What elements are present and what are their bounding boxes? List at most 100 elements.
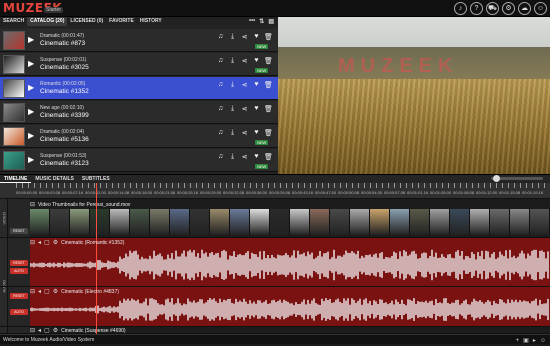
audio-1-reset-button[interactable]: RESET <box>10 260 28 266</box>
trash-icon[interactable]: 🗑 <box>264 129 273 137</box>
settings-icon[interactable]: ⚙ <box>53 239 58 246</box>
volume-icon[interactable]: ◂ <box>38 288 41 295</box>
share-icon[interactable]: ⋖ <box>240 33 249 41</box>
track-actions: ♫ ⤓ ⋖ ♥ 🗑 <box>216 33 273 41</box>
settings-icon[interactable]: ⚙ <box>502 2 515 15</box>
music-note-icon[interactable]: ♫ <box>216 129 225 137</box>
trash-icon[interactable]: 🗑 <box>264 81 273 89</box>
cloud-icon[interactable]: ☁ <box>518 2 531 15</box>
heart-icon[interactable]: ♥ <box>252 81 261 89</box>
music-note-icon[interactable]: ♫ <box>216 57 225 65</box>
video-lane-label: VIDEO <box>0 199 8 237</box>
ruler-label: 00:00:54.00 <box>361 190 383 195</box>
collapse-icon[interactable]: ⊟ <box>30 288 35 295</box>
more-icon[interactable]: ••• <box>249 18 255 25</box>
video-reset-button[interactable]: RESET <box>10 228 28 234</box>
collapse-icon[interactable]: ⊟ <box>30 201 35 208</box>
music-note-icon[interactable]: ♫ <box>216 153 225 161</box>
audio-1-auto-button[interactable]: AUTO <box>10 268 28 274</box>
share-icon[interactable]: ⋖ <box>240 81 249 89</box>
trash-icon[interactable]: 🗑 <box>264 57 273 65</box>
user-icon[interactable]: ☺ <box>534 2 547 15</box>
trash-icon[interactable]: 🗑 <box>264 153 273 161</box>
download-icon[interactable]: ⤓ <box>228 33 237 41</box>
tab-tools: ••• ⇅ ▤ <box>249 18 274 25</box>
share-icon[interactable]: ⋖ <box>240 129 249 137</box>
tab-licensed[interactable]: LICENSED (0) <box>67 17 106 26</box>
track-genre: New age (00:02:10) <box>40 105 84 111</box>
trash-icon[interactable]: ▢ <box>44 288 50 295</box>
track-genre: Suspense (00:02:01) <box>40 57 87 63</box>
share-icon[interactable]: ⋖ <box>240 57 249 65</box>
tab-search[interactable]: SEARCH <box>0 17 27 26</box>
trash-icon[interactable]: ▢ <box>44 239 50 246</box>
collapse-icon[interactable]: ⊟ <box>30 239 35 246</box>
play-icon[interactable]: ▶ <box>28 83 34 92</box>
zoom-slider[interactable] <box>491 175 543 182</box>
music-note-icon[interactable]: ♫ <box>216 105 225 113</box>
heart-icon[interactable]: ♥ <box>252 153 261 161</box>
bell-icon[interactable]: ♪ <box>454 2 467 15</box>
cart-icon[interactable]: ⛟ <box>486 2 499 15</box>
heart-icon[interactable]: ♥ <box>252 57 261 65</box>
settings-icon[interactable]: ⚙ <box>53 288 58 295</box>
download-icon[interactable]: ⤓ <box>228 129 237 137</box>
video-thumbnail <box>230 209 250 235</box>
ruler-label: 00:00:14.08 <box>108 190 130 195</box>
play-icon[interactable]: ▶ <box>28 131 34 140</box>
track-row[interactable]: ▶ Dramatic (00:02:04) Cinematic #5136 ♫ ⤓ ⋖ ♥ 🗑… <box>0 125 278 148</box>
download-icon[interactable]: ⤓ <box>228 57 237 65</box>
audio-2-reset-button[interactable]: RESET <box>10 293 28 299</box>
layout-icon[interactable]: ▣ <box>523 336 529 346</box>
music-note-icon[interactable]: ♫ <box>216 81 225 89</box>
tab-history[interactable]: HISTORY <box>137 17 165 26</box>
ruler-label: 00:01:15.08 <box>499 190 521 195</box>
audio-2-auto-button[interactable]: AUTO <box>10 309 28 315</box>
subtab-subtitles[interactable]: SUBTITLES <box>78 176 114 182</box>
share-icon[interactable]: ⋖ <box>240 153 249 161</box>
play-icon[interactable]: ▶ <box>28 35 34 44</box>
heart-icon[interactable]: ♥ <box>252 105 261 113</box>
heart-icon[interactable]: ♥ <box>252 129 261 137</box>
new-badge: NEW <box>255 140 269 145</box>
track-row[interactable]: ▶ Dramatic (00:01:47) Cinematic #873 ♫ ⤓ ⋖ ♥ 🗑 N… <box>0 29 278 52</box>
header-icons: ♪? ⛟ ⚙ ☁ ☺ <box>454 2 547 15</box>
track-row[interactable]: ▶ Suspense (00:02:01) Cinematic #3025 ♫ ⤓ ⋖ ♥ 🗑… <box>0 53 278 76</box>
ruler-label: 00:00:47.00 <box>315 190 337 195</box>
audio-track-title: Cinematic (Romantic #1352) <box>61 239 125 246</box>
download-icon[interactable]: ⤓ <box>228 81 237 89</box>
track-row[interactable]: ▶ Suspense (00:01:53) Cinematic #3123 ♫ ⤓ ⋖ ♥ 🗑… <box>0 149 278 172</box>
trash-icon[interactable]: 🗑 <box>264 33 273 41</box>
trash-icon[interactable]: 🗑 <box>264 105 273 113</box>
heart-icon[interactable]: ♥ <box>252 33 261 41</box>
video-thumbnail <box>290 209 310 235</box>
sort-icon[interactable]: ⇅ <box>259 18 264 25</box>
next-icon[interactable]: ▸ <box>533 336 536 346</box>
tab-favorite[interactable]: FAVORITE <box>106 17 137 26</box>
new-badge: NEW <box>255 164 269 169</box>
subtab-timeline[interactable]: TIMELINE <box>0 176 32 183</box>
subtab-music-details[interactable]: MUSIC DETAILS <box>31 176 78 182</box>
video-preview[interactable]: MUZEEK <box>278 17 550 174</box>
filter-icon[interactable]: ▤ <box>268 18 274 25</box>
add-icon[interactable]: + <box>516 336 520 346</box>
share-icon[interactable]: ⋖ <box>240 105 249 113</box>
video-thumbnail <box>450 209 470 235</box>
ruler-label: 00:00:00.00 <box>16 190 38 195</box>
user-icon[interactable]: ☺ <box>540 336 546 346</box>
time-ruler[interactable]: 00:00:00.00 00:00:03.08 00:00:07.16 00:00:1… <box>0 183 550 199</box>
play-icon[interactable]: ▶ <box>28 59 34 68</box>
track-row[interactable]: ▶ New age (00:02:10) Cinematic #3399 ♫ ⤓ ⋖ ♥ 🗑 <box>0 101 278 124</box>
playhead[interactable] <box>96 183 97 334</box>
tab-catalog[interactable]: CATALOG (20) <box>27 17 68 26</box>
music-note-icon[interactable]: ♫ <box>216 33 225 41</box>
help-icon[interactable]: ? <box>470 2 483 15</box>
download-icon[interactable]: ⤓ <box>228 105 237 113</box>
video-thumbnail <box>50 209 70 235</box>
track-row[interactable]: ▶ Romantic (00:02:05) Cinematic #1352 ♫ ⤓ ⋖ ♥ 🗑 <box>0 77 278 100</box>
play-icon[interactable]: ▶ <box>28 155 34 164</box>
volume-icon[interactable]: ◂ <box>38 239 41 246</box>
download-icon[interactable]: ⤓ <box>228 153 237 161</box>
play-icon[interactable]: ▶ <box>28 107 34 116</box>
audio-track-header: ⊟ ◂ ▢ ⚙ Cinematic (Romantic #1352) <box>30 238 124 247</box>
